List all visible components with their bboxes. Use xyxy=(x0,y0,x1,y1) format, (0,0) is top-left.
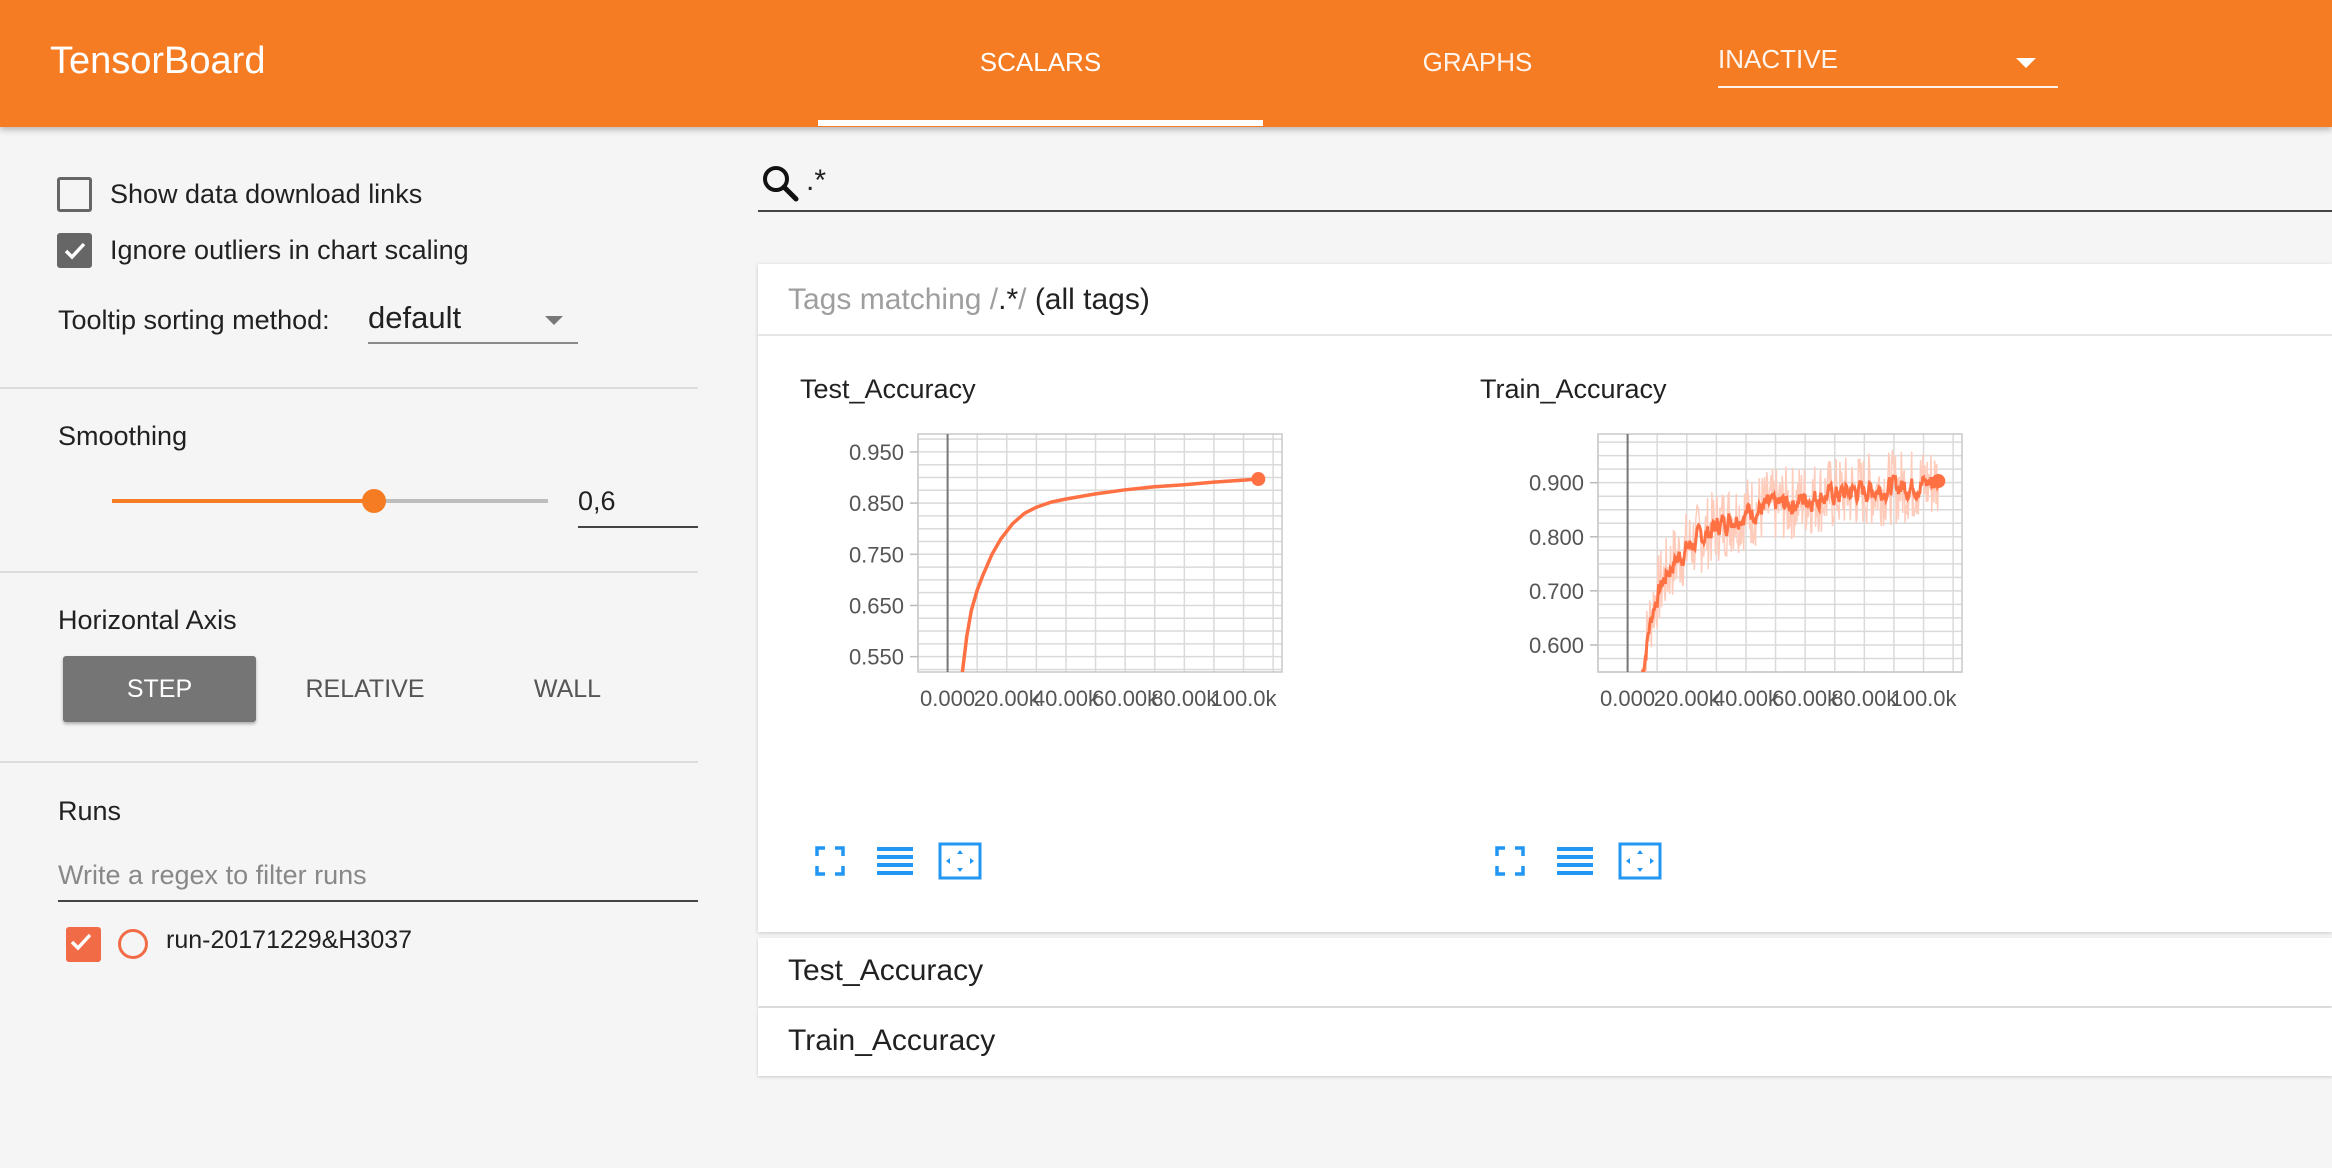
fit-domain-icon[interactable] xyxy=(938,842,982,880)
axis-step-button[interactable]: STEP xyxy=(63,656,256,722)
y-tick-label: 0.700 xyxy=(1529,579,1584,604)
show-download-links-checkbox[interactable] xyxy=(57,177,92,212)
sidebar-divider xyxy=(0,761,698,763)
x-tick-label: 40.00k xyxy=(1033,686,1100,711)
x-tick-label: 20.00k xyxy=(1654,686,1721,711)
x-tick-label: 80.00k xyxy=(1151,686,1218,711)
tooltip-sorting-label: Tooltip sorting method: xyxy=(58,305,330,335)
search-input-value: .* xyxy=(806,164,827,197)
plot-border xyxy=(917,433,1283,673)
tags-matching-prefix: Tags matching / xyxy=(788,283,999,316)
y-tick-label: 0.950 xyxy=(849,440,904,465)
tooltip-sorting-dropdown[interactable]: default xyxy=(368,294,578,344)
run-name: run-20171229&H3037 xyxy=(166,926,413,954)
section-label: Train_Accuracy xyxy=(788,1024,996,1057)
y-tick-label: 0.850 xyxy=(849,491,904,516)
x-tick-label: 40.00k xyxy=(1713,686,1780,711)
smoothing-input[interactable]: 0,6 xyxy=(578,480,698,528)
y-tick-label: 0.800 xyxy=(1529,525,1584,550)
top-app-bar: TensorBoard SCALARS GRAPHS INACTIVE xyxy=(0,0,2332,127)
run-checkbox[interactable] xyxy=(66,927,101,962)
run-color-swatch[interactable] xyxy=(118,929,148,959)
checkmark-icon xyxy=(70,933,92,951)
x-tick-label: 100.0k xyxy=(1890,686,1957,711)
section-label: Test_Accuracy xyxy=(788,954,984,987)
fullscreen-icon[interactable] xyxy=(813,844,847,878)
tags-matching-note: (all tags) xyxy=(1034,283,1150,316)
app-title: TensorBoard xyxy=(50,40,266,82)
runs-filter-input[interactable]: Write a regex to filter runs xyxy=(58,858,698,902)
x-tick-label: 100.0k xyxy=(1210,686,1277,711)
tag-filter-search[interactable]: .* xyxy=(758,160,2332,212)
x-tick-label: 0.000 xyxy=(920,686,975,711)
tags-matching-suffix: / xyxy=(1018,283,1027,316)
section-train-accuracy[interactable]: Train_Accuracy xyxy=(758,1008,2332,1076)
log-scale-toggle-icon[interactable] xyxy=(1556,844,1594,878)
inactive-plugins-dropdown[interactable]: INACTIVE xyxy=(1718,44,2058,88)
log-scale-toggle-icon[interactable] xyxy=(876,844,914,878)
y-tick-label: 0.550 xyxy=(849,645,904,670)
last-point-marker xyxy=(1251,472,1266,487)
x-tick-label: 80.00k xyxy=(1831,686,1898,711)
y-tick-label: 0.600 xyxy=(1529,633,1584,658)
tags-matching-text: Tags matching /.*/ (all tags) xyxy=(788,283,1150,317)
smoothing-slider[interactable] xyxy=(112,489,548,513)
fit-domain-icon[interactable] xyxy=(1618,842,1662,880)
x-tick-label: 60.00k xyxy=(1092,686,1159,711)
chart-title: Test_Accuracy xyxy=(800,374,976,404)
sidebar-divider xyxy=(0,571,698,573)
axis-relative-button[interactable]: RELATIVE xyxy=(270,656,460,722)
inactive-dropdown-label: INACTIVE xyxy=(1718,44,1838,74)
axis-wall-button[interactable]: WALL xyxy=(470,656,665,722)
test-accuracy-chart[interactable]: 0.950 0.850 0.750 0.650 0.550 0.00020.00k40.0… xyxy=(758,414,1518,714)
runs-label: Runs xyxy=(58,796,122,826)
x-tick-label: 0.000 xyxy=(1600,686,1655,711)
active-tab-indicator xyxy=(818,120,1263,126)
tags-matching-regex: .* xyxy=(998,283,1019,316)
tooltip-sorting-value: default xyxy=(368,300,462,335)
x-tick-label: 20.00k xyxy=(974,686,1041,711)
runs-filter-placeholder: Write a regex to filter runs xyxy=(58,860,367,890)
train-accuracy-chart[interactable]: 0.900 0.800 0.700 0.600 0.00020.00k40.00k60.… xyxy=(1438,414,2198,714)
y-tick-label: 0.900 xyxy=(1529,471,1584,496)
ignore-outliers-label: Ignore outliers in chart scaling xyxy=(110,235,469,265)
ignore-outliers-checkbox[interactable] xyxy=(57,233,92,268)
horizontal-axis-label: Horizontal Axis xyxy=(58,605,237,635)
fullscreen-icon[interactable] xyxy=(1493,844,1527,878)
show-download-links-label: Show data download links xyxy=(110,179,423,209)
tab-graphs[interactable]: GRAPHS xyxy=(1400,0,1555,127)
smoothing-slider-thumb[interactable] xyxy=(361,489,386,513)
tag-results-card: Tags matching /.*/ (all tags) Test_Accur… xyxy=(758,264,2332,932)
tab-scalars[interactable]: SCALARS xyxy=(818,0,1263,127)
x-tick-label: 60.00k xyxy=(1772,686,1839,711)
sidebar-divider xyxy=(0,387,698,389)
checkmark-icon xyxy=(64,242,86,260)
y-tick-label: 0.750 xyxy=(849,542,904,567)
chevron-down-icon xyxy=(2016,58,2036,68)
chart-title: Train_Accuracy xyxy=(1480,374,1667,404)
section-test-accuracy[interactable]: Test_Accuracy xyxy=(758,938,2332,1006)
chevron-down-icon xyxy=(545,316,563,325)
last-point-marker xyxy=(1931,474,1946,489)
smoothing-slider-fill xyxy=(112,499,374,503)
search-icon xyxy=(763,166,799,202)
smoothing-value: 0,6 xyxy=(578,486,616,516)
smoothing-label: Smoothing xyxy=(58,421,188,451)
y-tick-label: 0.650 xyxy=(849,593,904,618)
tags-matching-header: Tags matching /.*/ (all tags) xyxy=(758,264,2332,336)
